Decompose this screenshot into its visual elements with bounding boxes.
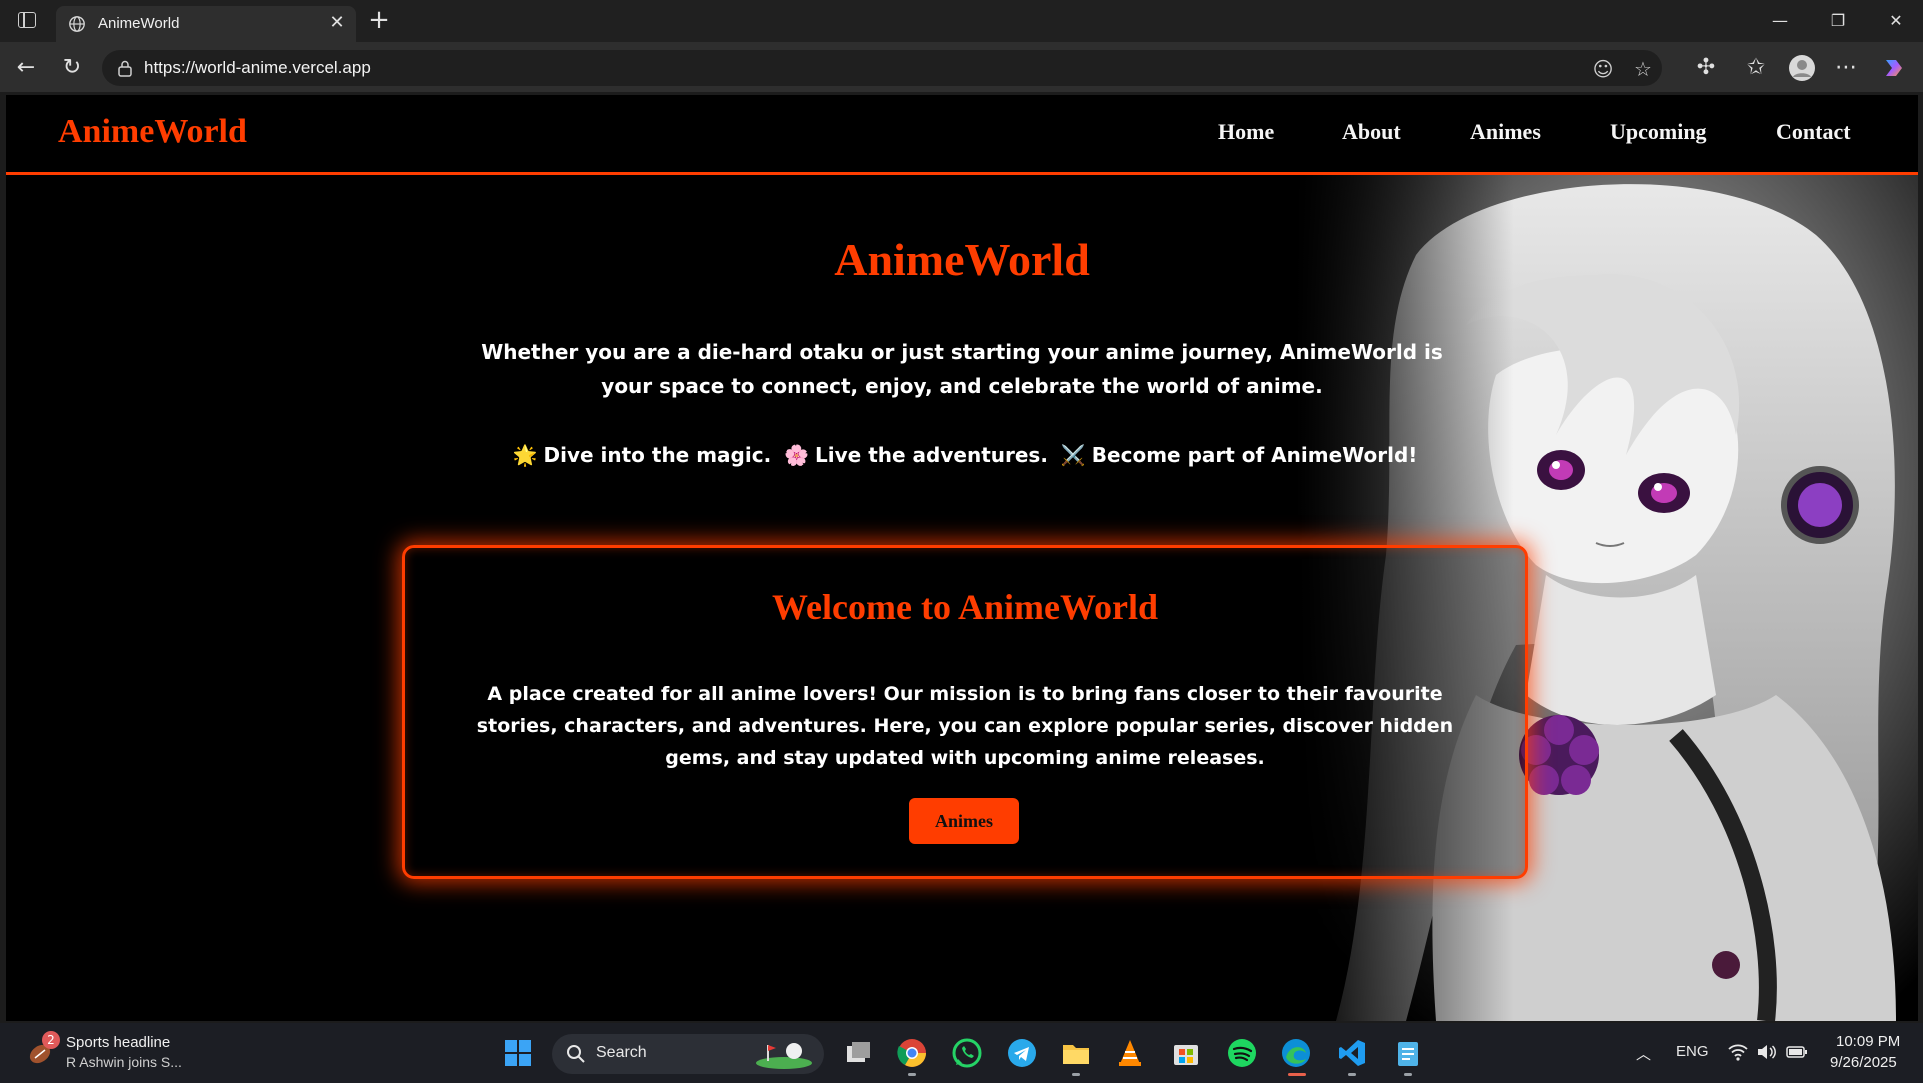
extensions-icon[interactable]: ✣ <box>1692 54 1720 82</box>
windows-taskbar: 2 Sports headline R Ashwin joins S... Se… <box>0 1023 1923 1083</box>
hero-title: AnimeWorld <box>834 234 1090 285</box>
page-viewport: AnimeWorld Home About Animes Upcoming Co… <box>6 95 1918 1021</box>
vlc-icon[interactable] <box>1114 1037 1146 1069</box>
file-explorer-icon[interactable] <box>1060 1037 1092 1069</box>
nav-upcoming[interactable]: Upcoming <box>1610 119 1707 145</box>
lock-icon[interactable] <box>116 59 134 77</box>
edge-icon[interactable] <box>1280 1037 1312 1069</box>
taskbar-search-box[interactable]: Search <box>552 1034 824 1074</box>
tagline-part-2: Live the adventures. <box>815 443 1048 467</box>
tagline-part-3: Become part of AnimeWorld! <box>1091 443 1418 467</box>
chrome-running-indicator <box>908 1073 916 1076</box>
whatsapp-icon[interactable] <box>951 1037 983 1069</box>
favorite-star-icon[interactable]: ☆ <box>1630 56 1656 82</box>
microsoft-store-icon[interactable] <box>1170 1037 1202 1069</box>
animes-button[interactable]: Animes <box>909 798 1019 844</box>
news-widget-subtitle[interactable]: R Ashwin joins S... <box>66 1054 182 1070</box>
welcome-card-title: Welcome to AnimeWorld <box>772 587 1158 627</box>
nav-contact[interactable]: Contact <box>1776 119 1851 145</box>
volume-icon[interactable] <box>1756 1043 1776 1061</box>
telegram-icon[interactable] <box>1006 1037 1038 1069</box>
star-icon: 🌟 <box>512 443 538 467</box>
minimize-icon[interactable]: — <box>1760 8 1800 34</box>
show-hidden-icons-chevron-icon[interactable]: ︿ <box>1636 1043 1651 1064</box>
browser-tab[interactable]: AnimeWorld ✕ <box>56 6 356 42</box>
welcome-card: Welcome to AnimeWorld A place created fo… <box>402 545 1528 879</box>
address-bar[interactable]: https://world-anime.vercel.app ☺ ☆ <box>102 50 1662 86</box>
url-text[interactable]: https://world-anime.vercel.app <box>144 58 371 78</box>
new-tab-icon[interactable]: + <box>366 7 392 34</box>
explorer-running-indicator <box>1072 1073 1080 1076</box>
news-widget-title[interactable]: Sports headline <box>66 1034 170 1051</box>
nav-about[interactable]: About <box>1342 119 1401 145</box>
battery-icon[interactable] <box>1786 1044 1808 1060</box>
browser-titlebar: AnimeWorld ✕ + — ❐ ✕ <box>0 0 1923 42</box>
site-logo[interactable]: AnimeWorld <box>58 113 247 151</box>
nav-animes[interactable]: Animes <box>1470 119 1541 145</box>
chrome-icon[interactable] <box>896 1037 928 1069</box>
vscode-icon[interactable] <box>1336 1037 1368 1069</box>
search-icon <box>567 1045 585 1063</box>
hero-description: Whether you are a die-hard otaku or just… <box>481 340 1443 398</box>
crossed-swords-icon: ⚔️ <box>1060 443 1086 467</box>
back-icon[interactable]: ← <box>12 54 40 82</box>
browser-toolbar: ← ↻ https://world-anime.vercel.app ☺ ☆ ✣… <box>0 42 1923 92</box>
close-window-icon[interactable]: ✕ <box>1876 8 1916 34</box>
tab-title: AnimeWorld <box>98 15 180 32</box>
welcome-card-text: A place created for all anime lovers! Ou… <box>476 683 1454 769</box>
globe-icon <box>69 16 85 32</box>
search-label: Search <box>596 1044 647 1061</box>
windows-start-icon[interactable] <box>504 1039 532 1067</box>
blossom-icon: 🌸 <box>784 443 810 467</box>
nav-home[interactable]: Home <box>1218 119 1274 145</box>
language-indicator[interactable]: ENG <box>1676 1043 1709 1060</box>
notepad-running-indicator <box>1404 1073 1412 1076</box>
copilot-icon[interactable] <box>1880 54 1908 82</box>
wifi-icon[interactable] <box>1728 1043 1748 1061</box>
close-tab-icon[interactable]: ✕ <box>326 12 348 34</box>
more-menu-icon[interactable]: ⋯ <box>1832 54 1860 82</box>
refresh-icon[interactable]: ↻ <box>58 54 86 82</box>
page-content: AnimeWorld Whether you are a die-hard ot… <box>6 175 1918 1021</box>
vscode-running-indicator <box>1348 1073 1356 1076</box>
spotify-icon[interactable] <box>1226 1037 1258 1069</box>
tab-actions-icon[interactable] <box>18 12 36 28</box>
news-count-badge: 2 <box>42 1031 60 1049</box>
site-navbar: AnimeWorld Home About Animes Upcoming Co… <box>6 95 1918 175</box>
edge-active-indicator <box>1288 1073 1306 1076</box>
profile-avatar-icon[interactable] <box>1788 54 1816 82</box>
search-highlight-golf-icon <box>756 1043 812 1069</box>
clock-time[interactable]: 10:09 PM <box>1836 1033 1900 1050</box>
task-view-icon[interactable] <box>842 1037 874 1069</box>
tagline-part-1: Dive into the magic. <box>543 443 772 467</box>
favorites-icon[interactable]: ✩ <box>1742 54 1770 82</box>
notepad-icon[interactable] <box>1392 1037 1424 1069</box>
restore-icon[interactable]: ❐ <box>1818 8 1858 34</box>
hero-tagline: 🌟 Dive into the magic. 🌸 Live the adventur… <box>6 443 1918 467</box>
clock-date[interactable]: 9/26/2025 <box>1830 1054 1897 1071</box>
reader-mode-icon[interactable]: ☺ <box>1590 56 1616 82</box>
